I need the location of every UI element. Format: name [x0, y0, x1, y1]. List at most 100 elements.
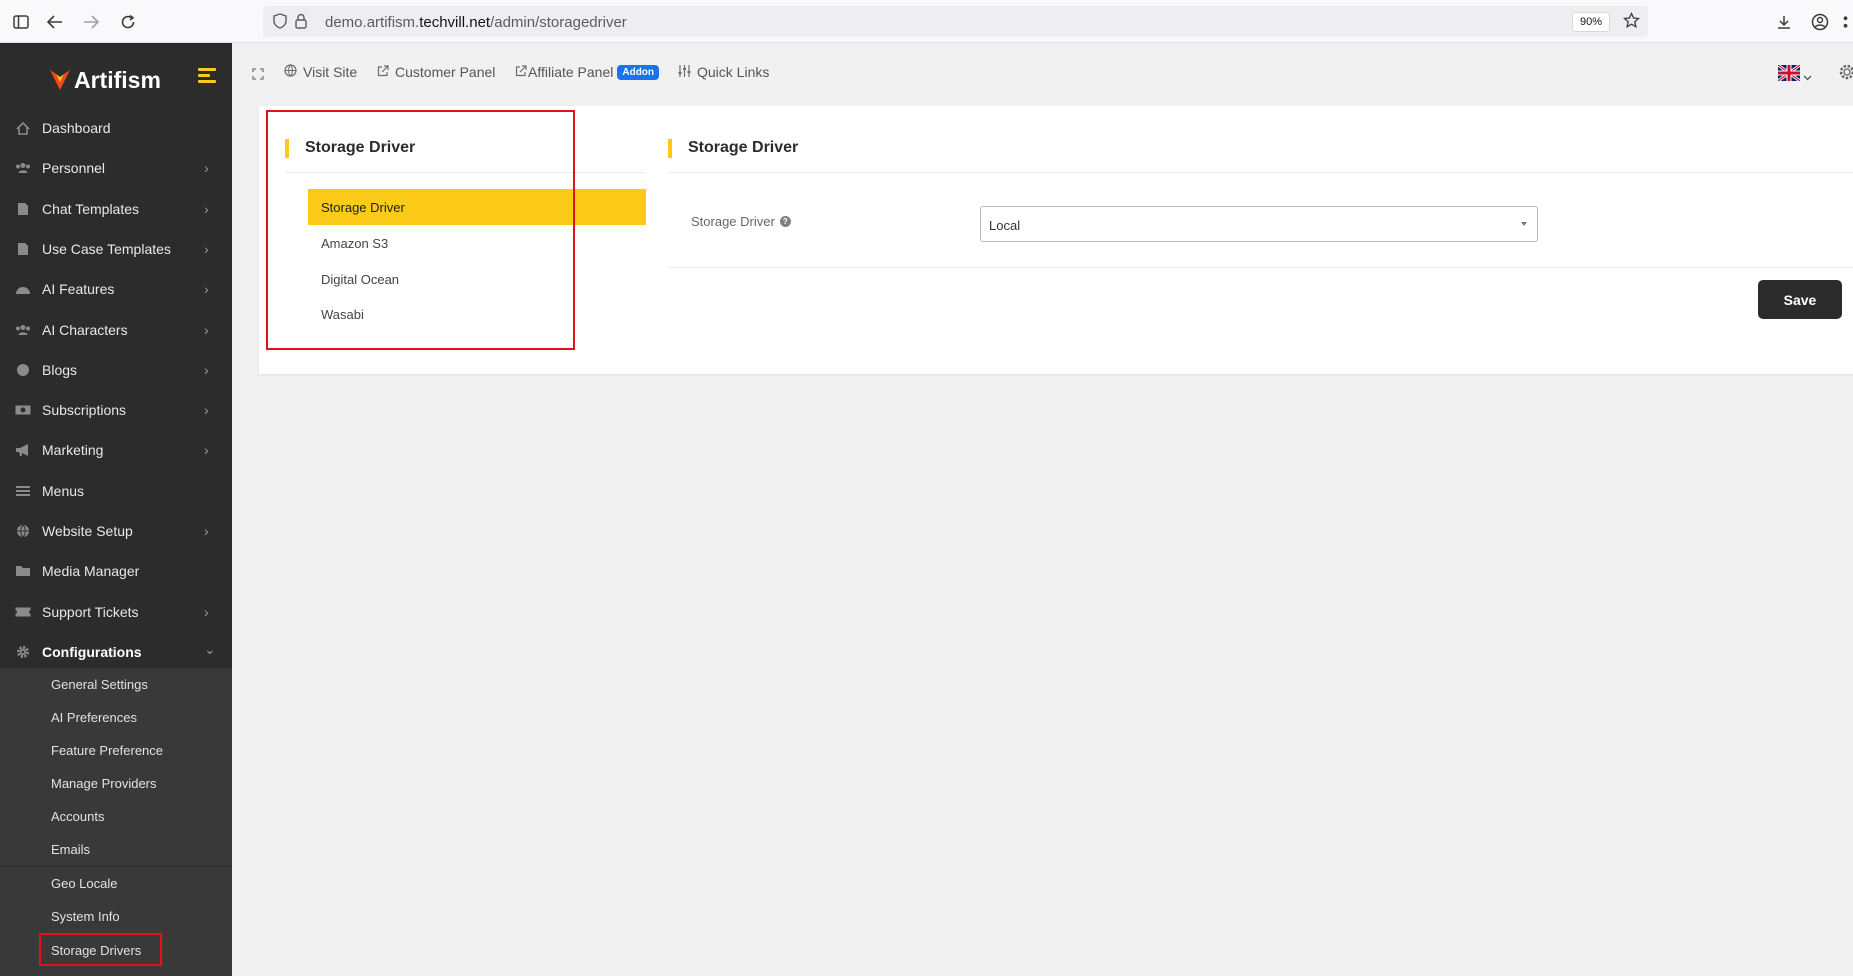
sidebar-item-menus[interactable]: Menus: [0, 473, 232, 509]
users-icon: [15, 160, 31, 176]
quick-links-menu[interactable]: Quick Links: [678, 64, 769, 80]
zoom-level-badge[interactable]: 90%: [1571, 12, 1610, 32]
sidebar-item-website-setup[interactable]: Website Setup ›: [0, 513, 232, 549]
chevron-right-icon: ›: [204, 604, 209, 620]
settings-gear-icon[interactable]: [1838, 63, 1853, 86]
storage-drivers-highlight-box: [39, 933, 162, 966]
right-panel-title: Storage Driver: [688, 139, 799, 156]
chevron-right-icon: ›: [204, 362, 209, 378]
lock-icon: [295, 13, 307, 34]
money-icon: [15, 402, 31, 418]
artifism-logo-icon: [50, 70, 70, 90]
url-text: demo.artifism.techvill.net/admin/storage…: [325, 14, 627, 31]
quick-links-label: Quick Links: [697, 64, 770, 80]
sidebar-subitem-general-settings[interactable]: General Settings: [0, 668, 232, 701]
users-icon: [15, 322, 31, 338]
sidebar-item-label: Dashboard: [42, 120, 111, 136]
language-flag-icon[interactable]: [1777, 63, 1801, 83]
folder-icon: [15, 563, 31, 579]
sidebar-item-label: Use Case Templates: [42, 241, 171, 257]
sidebar-subitem-geo-locale[interactable]: Geo Locale: [0, 867, 232, 900]
sidebar-subitem-manage-providers[interactable]: Manage Providers: [0, 767, 232, 800]
sidebar-item-label: Media Manager: [42, 563, 140, 579]
forward-arrow-icon[interactable]: [80, 11, 102, 33]
sidebar-subitem-label: General Settings: [51, 677, 148, 692]
sidebar-subitem-ai-preferences[interactable]: AI Preferences: [0, 701, 232, 734]
sidebar-subitem-label: Manage Providers: [51, 776, 157, 791]
right-panel-header: Storage Driver: [668, 136, 798, 160]
storage-driver-select[interactable]: Local: [980, 206, 1538, 242]
sidebar-item-configurations[interactable]: Configurations ⌄: [0, 634, 232, 670]
sidebar-subitem-emails[interactable]: Emails: [0, 833, 232, 866]
menu-icon: [15, 483, 31, 499]
sidebar-item-label: AI Characters: [42, 322, 128, 338]
download-icon[interactable]: [1773, 11, 1795, 33]
account-icon[interactable]: [1809, 11, 1831, 33]
sidebar-item-media-manager[interactable]: Media Manager: [0, 553, 232, 589]
sidebar-item-ai-features[interactable]: AI Features ›: [0, 271, 232, 307]
ticket-icon: [15, 604, 31, 620]
chevron-right-icon: ›: [204, 442, 209, 458]
shield-icon: [273, 13, 287, 34]
sidebar-subitem-feature-preference[interactable]: Feature Preference: [0, 734, 232, 767]
sidebar-item-ai-characters[interactable]: AI Characters ›: [0, 312, 232, 348]
chevron-right-icon: ›: [204, 281, 209, 297]
url-path: /admin/storagedriver: [490, 14, 627, 31]
sidebar-item-chat-templates[interactable]: Chat Templates ›: [0, 191, 232, 227]
visit-site-link[interactable]: Visit Site: [284, 64, 357, 80]
customer-panel-link[interactable]: Customer Panel: [377, 64, 495, 80]
gauge-icon: [15, 281, 31, 297]
chevron-right-icon: ›: [204, 523, 209, 539]
sidebar-subitem-system-info[interactable]: System Info: [0, 900, 232, 933]
sidebar-item-label: Menus: [42, 483, 85, 499]
sidebar-toggle-icon[interactable]: [10, 11, 32, 33]
chevron-right-icon: ›: [204, 322, 209, 338]
accent-bar: [668, 138, 672, 158]
url-host: techvill.net: [419, 14, 491, 31]
sidebar-item-dashboard[interactable]: Dashboard: [0, 110, 232, 146]
save-button[interactable]: Save: [1758, 280, 1842, 319]
sidebar-item-label: Chat Templates: [42, 201, 140, 217]
sidebar-item-use-case-templates[interactable]: Use Case Templates ›: [0, 231, 232, 267]
blog-icon: [15, 362, 31, 378]
sidebar-item-support-tickets[interactable]: Support Tickets ›: [0, 594, 232, 630]
chevron-right-icon: ›: [204, 241, 209, 257]
affiliate-panel-label: Affiliate Panel: [528, 64, 614, 80]
sidebar-subitem-label: Emails: [51, 842, 91, 857]
megaphone-icon: [15, 442, 31, 458]
gear-icon: [15, 644, 31, 660]
sidebar-item-personnel[interactable]: Personnel ›: [0, 150, 232, 186]
chevron-down-icon: ⌄: [204, 641, 216, 657]
external-link-icon: [515, 64, 527, 80]
sidebar-subitem-accounts[interactable]: Accounts: [0, 800, 232, 833]
globe-icon: [284, 64, 297, 80]
customer-panel-label: Customer Panel: [395, 64, 496, 80]
sidebar-item-label: Configurations: [42, 644, 142, 660]
language-chevron-down-icon[interactable]: [1803, 68, 1812, 86]
sidebar-item-blogs[interactable]: Blogs ›: [0, 352, 232, 388]
field-label-text: Storage Driver: [691, 214, 775, 229]
storage-driver-field-label: Storage Driver ?: [691, 214, 791, 229]
url-prefix: demo.artifism.: [325, 14, 420, 31]
help-question-icon[interactable]: ?: [779, 216, 791, 227]
globe-icon: [15, 523, 31, 539]
sidebar-collapse-icon[interactable]: [198, 68, 216, 84]
brand-logo[interactable]: Artifism: [48, 60, 161, 100]
sidebar-item-label: Website Setup: [42, 523, 133, 539]
sidebar-subitem-label: Geo Locale: [51, 876, 118, 891]
address-bar[interactable]: demo.artifism.techvill.net/admin/storage…: [263, 6, 1648, 37]
select-value: Local: [989, 218, 1021, 233]
fullscreen-icon[interactable]: [252, 67, 264, 85]
sidebar-item-marketing[interactable]: Marketing ›: [0, 432, 232, 468]
external-link-icon: [377, 64, 389, 80]
reload-icon[interactable]: [117, 11, 139, 33]
storage-menu-highlight-box: [266, 110, 575, 350]
bookmark-star-icon[interactable]: [1622, 11, 1641, 34]
sidebar-item-subscriptions[interactable]: Subscriptions ›: [0, 392, 232, 428]
sidebar-subitem-label: AI Preferences: [51, 710, 137, 725]
document-icon: [15, 241, 31, 257]
back-arrow-icon[interactable]: [44, 11, 66, 33]
affiliate-panel-link[interactable]: Affiliate Panel Addon: [515, 64, 660, 80]
chevron-right-icon: ›: [204, 201, 209, 217]
extensions-icon[interactable]: [1838, 11, 1853, 33]
